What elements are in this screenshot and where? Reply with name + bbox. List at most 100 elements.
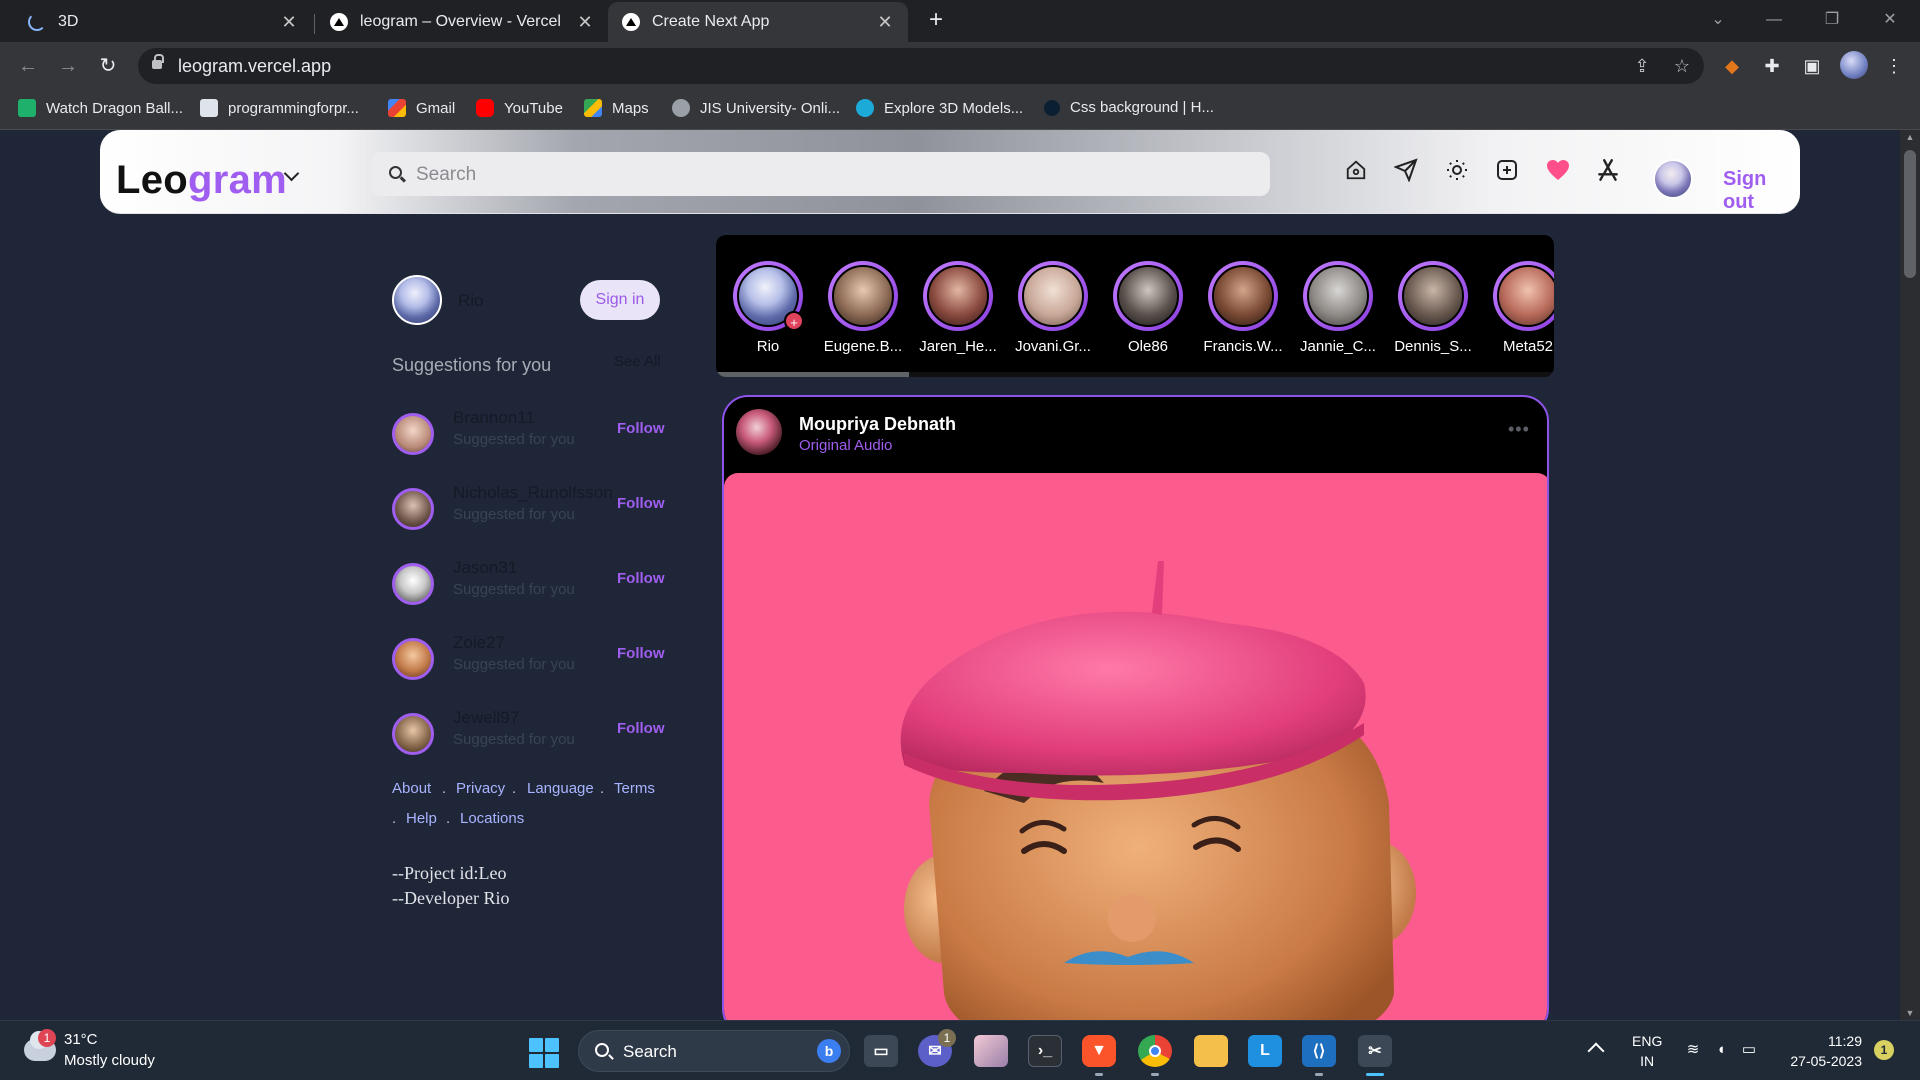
stories-scroll-track[interactable]	[716, 372, 1554, 377]
volume-icon[interactable]: ◖	[1710, 1039, 1732, 1061]
avatar[interactable]	[392, 488, 434, 530]
avatar[interactable]	[392, 413, 434, 455]
footer-link-terms[interactable]: Terms	[614, 780, 655, 797]
vscode-icon[interactable]: ⟨⟩	[1302, 1035, 1336, 1067]
bookmark-item[interactable]: Maps	[584, 99, 649, 117]
add-post-icon[interactable]	[1493, 156, 1521, 184]
app-logo[interactable]: Leogram	[116, 158, 287, 203]
avatar[interactable]	[392, 638, 434, 680]
lock-icon[interactable]	[152, 54, 164, 69]
story-item[interactable]: Eugene.B...	[811, 261, 902, 361]
new-tab-button[interactable]: +	[922, 6, 950, 34]
suggestion-username[interactable]: Jason31	[453, 558, 517, 578]
restore-button[interactable]: ❐	[1804, 0, 1860, 40]
brave-browser-icon[interactable]: ▼	[1082, 1035, 1116, 1067]
bookmark-item[interactable]: Gmail	[388, 99, 455, 117]
weather-temperature[interactable]: 31°C	[64, 1031, 98, 1048]
suggestion-username[interactable]: Brannon11	[453, 408, 535, 428]
snipping-tool-icon[interactable]: ✂	[1358, 1035, 1392, 1067]
menu-kebab-icon[interactable]: ⋮	[1882, 54, 1906, 78]
scroll-up-arrow-icon[interactable]: ▲	[1900, 130, 1920, 144]
bookmark-item[interactable]: Watch Dragon Ball...	[18, 99, 183, 117]
weather-condition[interactable]: Mostly cloudy	[64, 1052, 155, 1069]
follow-button[interactable]: Follow	[617, 570, 665, 587]
footer-link-privacy[interactable]: Privacy	[456, 780, 505, 797]
share-icon[interactable]: ⇪	[1630, 54, 1654, 78]
current-user-avatar[interactable]	[392, 275, 442, 325]
sign-in-button[interactable]: Sign in	[580, 280, 660, 320]
send-icon[interactable]	[1392, 156, 1420, 184]
follow-button[interactable]: Follow	[617, 420, 665, 437]
post-audio-link[interactable]: Original Audio	[799, 437, 892, 454]
footer-link-help[interactable]: Help	[406, 810, 437, 827]
suggestion-username[interactable]: Jewell97	[453, 708, 519, 728]
bookmark-item[interactable]: YouTube	[476, 99, 563, 117]
bookmark-item[interactable]: programmingforpr...	[200, 99, 359, 117]
close-icon[interactable]: ✕	[876, 12, 894, 33]
terminal-icon[interactable]: ›_	[1028, 1035, 1062, 1067]
page-scrollbar[interactable]: ▲ ▼	[1900, 130, 1920, 1020]
user-avatar[interactable]	[1653, 159, 1693, 199]
story-item[interactable]: Dennis_S...	[1381, 261, 1472, 361]
home-icon[interactable]	[1342, 156, 1370, 184]
window-close-button[interactable]: ✕	[1862, 0, 1918, 40]
windows-start-button[interactable]	[529, 1038, 559, 1068]
suggestion-username[interactable]: Zoie27	[453, 633, 505, 653]
bookmark-item[interactable]: Explore 3D Models...	[856, 99, 1023, 117]
story-item[interactable]: Meta52	[1476, 261, 1554, 361]
post-author[interactable]: Moupriya Debnath	[799, 414, 956, 435]
bookmark-item[interactable]: JIS University- Onli...	[672, 99, 840, 117]
story-item[interactable]: Francis.W...	[1191, 261, 1283, 361]
add-story-badge[interactable]: +	[784, 311, 804, 331]
clock[interactable]: 11:29 27-05-2023	[1778, 1031, 1862, 1071]
tab-vercel-overview[interactable]: leogram – Overview - Vercel ✕	[316, 2, 608, 42]
footer-link-language[interactable]: Language	[527, 780, 594, 797]
follow-button[interactable]: Follow	[617, 495, 665, 512]
tab-3d[interactable]: 3D ✕	[14, 2, 312, 42]
battery-icon[interactable]: ▭	[1738, 1039, 1760, 1061]
sign-out-button[interactable]: Sign out	[1723, 168, 1800, 214]
extensions-puzzle-icon[interactable]: ✚	[1760, 54, 1784, 78]
language-indicator[interactable]: ENG IN	[1632, 1031, 1662, 1071]
side-panel-icon[interactable]: ▣	[1800, 54, 1824, 78]
forward-button[interactable]: →	[52, 50, 84, 82]
bookmark-item[interactable]: Css background | H...	[1044, 99, 1214, 116]
post-author-avatar[interactable]	[736, 409, 782, 455]
chevron-up-icon[interactable]	[1587, 1042, 1605, 1060]
tab-create-next-app[interactable]: Create Next App ✕	[608, 2, 908, 42]
taskbar-search[interactable]: Search b	[578, 1030, 850, 1072]
photos-app-icon[interactable]	[974, 1035, 1008, 1067]
current-user-name[interactable]: Rio	[458, 291, 484, 311]
close-icon[interactable]: ✕	[576, 12, 594, 33]
suggestion-username[interactable]: Nicholas_Runolfsson	[453, 483, 613, 503]
footer-link-locations[interactable]: Locations	[460, 810, 524, 827]
story-item[interactable]: + Rio	[716, 261, 806, 361]
close-icon[interactable]: ✕	[280, 12, 298, 33]
reload-button[interactable]: ↻	[92, 50, 124, 82]
profile-avatar[interactable]	[1840, 51, 1868, 79]
more-options-icon[interactable]: •••	[1508, 419, 1530, 440]
chrome-icon[interactable]	[1138, 1035, 1172, 1067]
minimize-button[interactable]: —	[1746, 0, 1802, 40]
tab-search-chevron-icon[interactable]: ⌄	[1690, 0, 1746, 40]
footer-link-about[interactable]: About	[392, 780, 431, 797]
file-explorer-icon[interactable]	[1194, 1035, 1228, 1067]
story-item[interactable]: Jannie_C...	[1286, 261, 1376, 361]
story-item[interactable]: Ole86	[1096, 261, 1186, 361]
task-view-icon[interactable]: ▭	[864, 1035, 898, 1067]
back-button[interactable]: ←	[12, 50, 44, 82]
follow-button[interactable]: Follow	[617, 645, 665, 662]
story-item[interactable]: Jaren_He...	[906, 261, 997, 361]
heart-icon[interactable]	[1544, 156, 1572, 184]
avatar[interactable]	[392, 713, 434, 755]
notification-badge[interactable]: 1	[1874, 1040, 1894, 1060]
post-image[interactable]	[724, 473, 1547, 1020]
stories-scroll-thumb[interactable]	[716, 372, 909, 377]
story-item[interactable]: Jovani.Gr...	[1001, 261, 1091, 361]
address-bar[interactable]: leogram.vercel.app ⇪ ☆	[138, 48, 1704, 84]
theme-sun-icon[interactable]	[1443, 156, 1471, 184]
search-input[interactable]: Search	[371, 152, 1270, 196]
bing-icon[interactable]: b	[817, 1039, 841, 1063]
wifi-icon[interactable]: ≋	[1682, 1039, 1704, 1061]
l-app-icon[interactable]: L	[1248, 1035, 1282, 1067]
